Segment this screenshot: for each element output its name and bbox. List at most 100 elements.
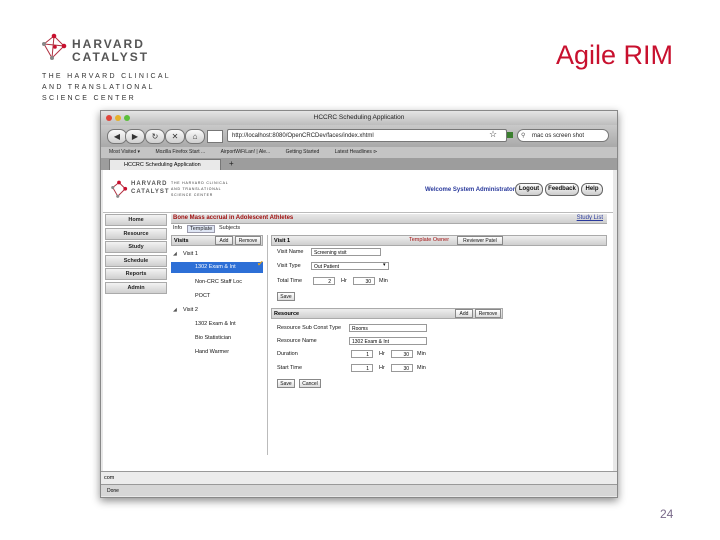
- add-visit-button[interactable]: Add: [215, 236, 233, 245]
- logo-sub-3: SCIENCE CENTER: [42, 95, 137, 102]
- remove-visit-button[interactable]: Remove: [235, 236, 261, 245]
- zoom-window-icon[interactable]: [124, 115, 130, 121]
- duration-min-label: Min: [417, 351, 426, 357]
- nav-schedule[interactable]: Schedule: [105, 254, 167, 267]
- back-icon[interactable]: ◀: [107, 129, 127, 144]
- logo-sub-2: AND TRANSLATIONAL: [42, 84, 155, 91]
- app-logo-sub2: AND TRANSLATIONAL: [171, 187, 222, 191]
- search-input[interactable]: mac os screen shot: [517, 129, 609, 142]
- resource-type-label: Resource Sub Const Type: [277, 325, 342, 331]
- browser-toolbar: ◀ ▶ ↻ ✕ ⌂ http://localhost:8080/OpenCRCD…: [101, 125, 617, 147]
- browser-window: HCCRC Scheduling Application ◀ ▶ ↻ ✕ ⌂ h…: [100, 110, 618, 498]
- close-window-icon[interactable]: [106, 115, 112, 121]
- start-min-input[interactable]: 30: [391, 364, 413, 372]
- logout-button[interactable]: Logout: [515, 183, 543, 196]
- visit-name-input[interactable]: Screening visit: [311, 248, 381, 256]
- visits-header-label: Visits: [174, 238, 189, 244]
- home-icon[interactable]: ⌂: [185, 129, 205, 144]
- tab-subjects[interactable]: Subjects: [219, 225, 240, 231]
- visit-item[interactable]: Visit 1: [183, 251, 198, 257]
- duration-hr-input[interactable]: 1: [351, 350, 373, 358]
- logo-line1: HARVARD: [72, 37, 145, 51]
- nav-home[interactable]: Home: [105, 214, 167, 226]
- nav-reports[interactable]: Reports: [105, 268, 167, 280]
- cancel-resource-button[interactable]: Cancel: [299, 379, 321, 388]
- visit-detail-title: Visit 1: [274, 238, 291, 244]
- bookmark-latest-headlines[interactable]: Latest Headlines ⊳: [335, 147, 378, 158]
- app-logo-line1: HARVARD: [131, 181, 168, 187]
- new-tab-icon[interactable]: +: [229, 159, 234, 168]
- window-titlebar: HCCRC Scheduling Application: [101, 111, 617, 125]
- resource-item[interactable]: 1302 Exam & Int: [195, 321, 236, 327]
- browser-tab[interactable]: HCCRC Scheduling Application: [109, 159, 221, 170]
- bookmark-star-icon[interactable]: ☆: [489, 129, 497, 140]
- visit-item[interactable]: Visit 2: [183, 307, 198, 313]
- resource-item[interactable]: Non-CRC Staff Loc: [195, 279, 242, 285]
- resource-item[interactable]: Bio Statistician: [195, 335, 231, 341]
- site-favicon-icon: [207, 130, 223, 143]
- resource-name-select[interactable]: 1302 Exam & Int: [349, 337, 427, 345]
- status-url: com: [101, 471, 617, 484]
- app-logo-sub3: SCIENCE CENTER: [171, 193, 214, 197]
- template-owner-button[interactable]: Reviewer Patel: [457, 236, 503, 245]
- app-logo-icon: [111, 180, 128, 198]
- start-time-label: Start Time: [277, 365, 303, 371]
- nav-admin[interactable]: Admin: [105, 281, 167, 294]
- page-number: 24: [660, 507, 674, 521]
- app-logo-line2: CATALYST: [131, 189, 170, 195]
- start-hr-input[interactable]: 1: [351, 364, 373, 372]
- project-bar: Bone Mass accrual in Adolescent Athletes…: [171, 214, 607, 224]
- resource-type-select[interactable]: Rooms: [349, 324, 427, 332]
- visit-type-select[interactable]: Out Patient: [311, 262, 389, 270]
- welcome-text: Welcome System Administrator: [425, 187, 516, 193]
- duration-label: Duration: [277, 351, 298, 357]
- template-owner-label: Template Owner: [409, 237, 450, 243]
- bookmark-most-visited[interactable]: Most Visited ▾: [109, 147, 140, 158]
- logo-sub-1: THE HARVARD CLINICAL: [42, 73, 171, 80]
- url-bar[interactable]: http://localhost:8080/OpenCRCDev/faces/i…: [227, 129, 507, 142]
- bookmark-firefox-start[interactable]: Mozilla Firefox Start ...: [155, 147, 205, 158]
- search-icon: ⚲: [521, 133, 526, 139]
- project-title: Bone Mass accrual in Adolescent Athletes: [173, 215, 294, 221]
- total-hr-input[interactable]: 2: [313, 277, 335, 285]
- expand-visit2-icon[interactable]: ◢: [173, 307, 177, 313]
- reload-icon[interactable]: ↻: [145, 129, 165, 144]
- help-button[interactable]: Help: [581, 183, 603, 196]
- forward-icon[interactable]: ▶: [125, 129, 145, 144]
- save-visit-button[interactable]: Save: [277, 292, 295, 301]
- resource-item-selected[interactable]: 1302 Exam & Int: [195, 264, 236, 270]
- bookmarks-bar: Most Visited ▾ Mozilla Firefox Start ...…: [101, 147, 617, 158]
- feedback-button[interactable]: Feedback: [545, 183, 579, 196]
- visit-type-label: Visit Type: [277, 263, 301, 269]
- stop-icon[interactable]: ✕: [165, 129, 185, 144]
- resource-item[interactable]: Hand Warmer: [195, 349, 229, 355]
- minimize-window-icon[interactable]: [115, 115, 121, 121]
- status-done: Done: [107, 488, 119, 494]
- nav-resource[interactable]: Resource: [105, 227, 167, 240]
- logo-line2: CATALYST: [72, 50, 150, 64]
- start-hr-label: Hr: [379, 365, 385, 371]
- hr-label: Hr: [341, 278, 347, 284]
- tab-template[interactable]: Template: [187, 225, 216, 233]
- left-nav: Home Resource Study Schedule Reports Adm…: [105, 214, 167, 295]
- tab-info[interactable]: Info: [173, 225, 182, 231]
- start-min-label: Min: [417, 365, 426, 371]
- bookmark-airport[interactable]: AirportWiFiLan! | Ale...: [221, 147, 271, 158]
- add-resource-button[interactable]: Add: [455, 309, 473, 318]
- dropdown-arrow-icon: ▾: [383, 262, 386, 268]
- bookmark-getting-started[interactable]: Getting Started: [286, 147, 320, 158]
- resource-item[interactable]: POCT: [195, 293, 210, 299]
- resource-name-label: Resource Name: [277, 338, 317, 344]
- app-logo-sub1: THE HARVARD CLINICAL: [171, 181, 229, 185]
- study-list-link[interactable]: Study List: [577, 215, 603, 221]
- app-header: HARVARD CATALYST THE HARVARD CLINICAL AN…: [103, 170, 613, 213]
- total-min-input[interactable]: 30: [353, 277, 375, 285]
- slide-title: Agile RIM: [556, 40, 674, 70]
- window-title: HCCRC Scheduling Application: [313, 114, 405, 121]
- remove-resource-button[interactable]: Remove: [475, 309, 501, 318]
- duration-min-input[interactable]: 30: [391, 350, 413, 358]
- expand-visit1-icon[interactable]: ◢: [173, 251, 177, 257]
- min-label: Min: [379, 278, 388, 284]
- save-resource-button[interactable]: Save: [277, 379, 295, 388]
- nav-study[interactable]: Study: [105, 241, 167, 253]
